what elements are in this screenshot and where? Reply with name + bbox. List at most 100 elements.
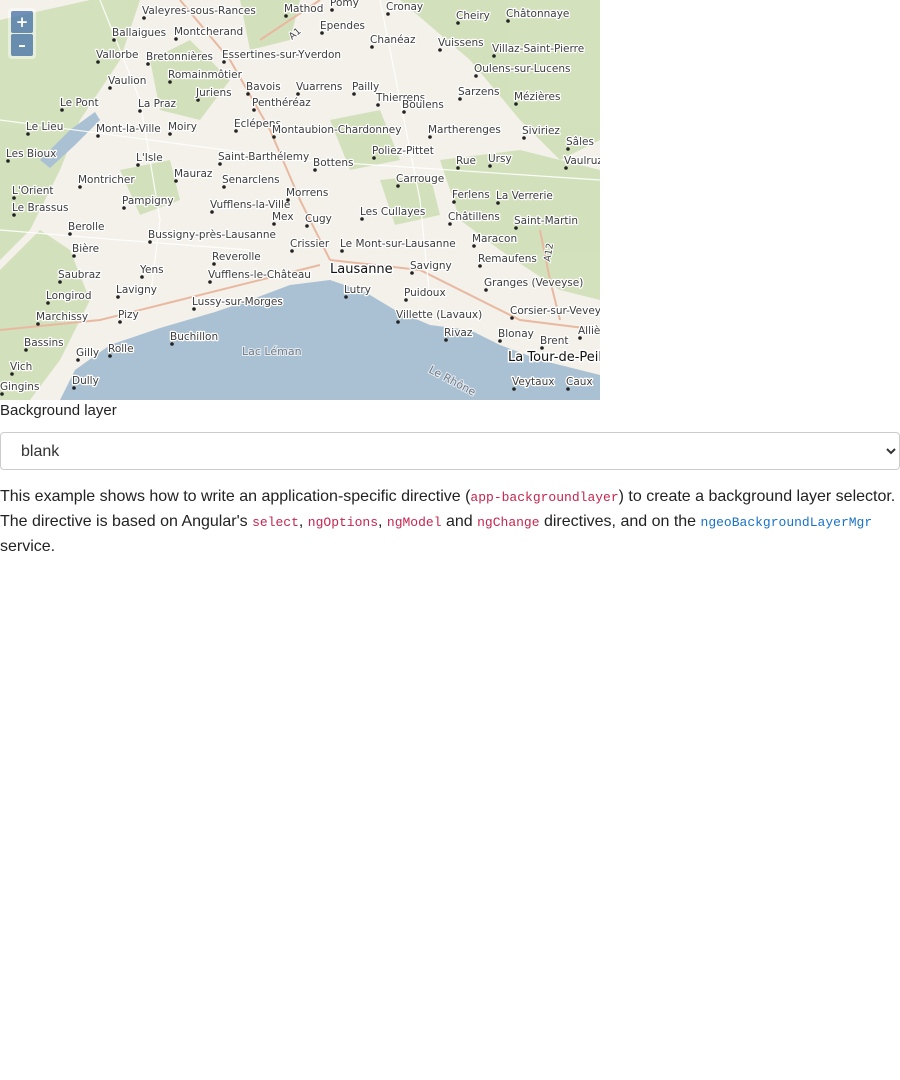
place-label: Mézières xyxy=(514,91,560,103)
place-label: Bussigny-près-Lausanne xyxy=(148,229,276,241)
place-label: Mauraz xyxy=(174,168,213,180)
place-label: Dully xyxy=(72,375,99,387)
place-label: Villaz-Saint-Pierre xyxy=(492,43,584,55)
place-label: Chanéaz xyxy=(370,34,416,46)
place-label: Ballaigues xyxy=(112,27,166,39)
place-label: Sarzens xyxy=(458,86,500,98)
place-label: Bière xyxy=(72,243,99,255)
place-label: Blonay xyxy=(498,328,534,340)
map-view[interactable]: Valeyres-sous-Rances Mathod Pomy Cronay Chât… xyxy=(0,0,600,400)
place-label: Le Brassus xyxy=(12,202,68,214)
code-app-backgroundlayer: app-backgroundlayer xyxy=(470,490,619,505)
place-label: Châtonnaye xyxy=(506,8,569,20)
code-link-ngeobackgroundlayermgr[interactable]: ngeoBackgroundLayerMgr xyxy=(701,515,873,530)
place-label: Martherenges xyxy=(428,124,501,136)
description-text: and xyxy=(441,513,478,530)
place-label: Bretonnières xyxy=(146,51,213,63)
place-label: Essertines-sur-Yverdon xyxy=(222,49,341,61)
place-label: Ursy xyxy=(488,153,512,165)
place-label: Mont-la-Ville xyxy=(96,123,161,135)
background-layer-label: Background layer xyxy=(0,402,117,419)
place-label: Montcherand xyxy=(174,26,243,38)
place-label: Sâles xyxy=(566,136,594,148)
place-label: Juriens xyxy=(195,87,232,99)
place-label: Châtillens xyxy=(448,211,500,223)
place-label: Les Cullayes xyxy=(360,206,425,218)
background-layer-select[interactable]: blank xyxy=(0,432,900,470)
place-label: Mex xyxy=(272,211,294,223)
place-label: Le Mont-sur-Lausanne xyxy=(340,238,456,250)
place-label: Marchissy xyxy=(36,311,88,323)
place-label: Bassins xyxy=(24,337,64,349)
place-label: Brent xyxy=(540,335,569,347)
place-label: Savigny xyxy=(410,260,452,272)
place-label: Montricher xyxy=(78,174,135,186)
description-text: , xyxy=(298,513,308,530)
map-canvas[interactable]: Valeyres-sous-Rances Mathod Pomy Cronay Chât… xyxy=(0,0,600,400)
place-label: Bavois xyxy=(246,81,281,93)
place-label: Crissier xyxy=(290,238,330,250)
place-label: Poliez-Pittet xyxy=(372,145,434,157)
description-text: , xyxy=(378,513,387,530)
place-label: Puidoux xyxy=(404,287,446,299)
place-label: Corsier-sur-Vevey xyxy=(510,305,600,317)
description-text: service. xyxy=(0,538,56,555)
place-label: Saubraz xyxy=(58,269,101,281)
description-text: directives, and on the xyxy=(539,513,701,530)
place-label: Gingins xyxy=(0,381,39,393)
place-label: Siviriez xyxy=(522,125,560,137)
place-label: Vaulruz xyxy=(564,155,600,167)
place-label: Rivaz xyxy=(444,327,473,339)
place-label: Boulens xyxy=(402,99,444,111)
place-label: Gilly xyxy=(76,347,99,359)
place-label: Vuissens xyxy=(438,37,484,49)
place-label: La Praz xyxy=(138,98,177,110)
zoom-out-button[interactable]: – xyxy=(11,34,33,56)
place-label: L'Isle xyxy=(136,152,163,164)
place-label: Ferlens xyxy=(452,189,490,201)
place-label: Vufflens-la-Ville xyxy=(210,199,290,211)
place-label: Vaulion xyxy=(108,75,146,87)
place-label: Rue xyxy=(456,155,476,167)
place-label: Morrens xyxy=(286,187,328,199)
place-label: Saint-Martin xyxy=(514,215,578,227)
place-label: Reverolle xyxy=(212,251,261,263)
code-select: select xyxy=(252,515,299,530)
place-label: Vuarrens xyxy=(296,81,342,93)
place-label: Granges (Veveyse) xyxy=(484,277,583,289)
place-label: Montaubion-Chardonney xyxy=(272,124,401,136)
place-label: Cugy xyxy=(305,213,332,225)
place-label: Buchillon xyxy=(170,331,218,343)
example-description: This example shows how to write an appli… xyxy=(0,485,900,559)
place-label: Maracon xyxy=(472,233,517,245)
place-label: Cheiry xyxy=(456,10,490,22)
town-label-la-tour-de-peilz: La Tour-de-Peilz xyxy=(508,350,600,365)
place-label: Carrouge xyxy=(396,173,444,185)
place-label: Rolle xyxy=(108,343,134,355)
place-label: Lutry xyxy=(344,284,371,296)
place-label: Pomy xyxy=(330,0,359,9)
place-label: Vallorbe xyxy=(96,49,139,61)
description-text: This example shows how to write an appli… xyxy=(0,488,471,505)
place-label: Villette (Lavaux) xyxy=(396,309,482,321)
place-label: Les Bioux xyxy=(6,148,56,160)
place-label: Lussy-sur-Morges xyxy=(192,296,283,308)
place-label: Saint-Barthélemy xyxy=(218,151,309,163)
place-label: Longirod xyxy=(46,290,92,302)
place-label: Romainmôtier xyxy=(168,69,243,81)
place-label: Oulens-sur-Lucens xyxy=(474,63,570,75)
place-label: La Verrerie xyxy=(496,190,553,202)
place-label: Lavigny xyxy=(116,284,157,296)
place-label: Vufflens-le-Château xyxy=(208,269,311,281)
zoom-in-button[interactable]: + xyxy=(11,11,33,33)
place-label: Mathod xyxy=(284,3,323,15)
place-label: Le Pont xyxy=(60,97,99,109)
place-label: Pizy xyxy=(118,309,139,321)
zoom-control: + – xyxy=(8,8,36,59)
code-ngmodel: ngModel xyxy=(386,515,442,530)
place-label: Allières xyxy=(578,325,600,337)
place-label: Bottens xyxy=(313,157,353,169)
city-label-lausanne: Lausanne xyxy=(330,262,393,277)
place-label: Pampigny xyxy=(122,195,174,207)
place-label: Remaufens xyxy=(478,253,537,265)
